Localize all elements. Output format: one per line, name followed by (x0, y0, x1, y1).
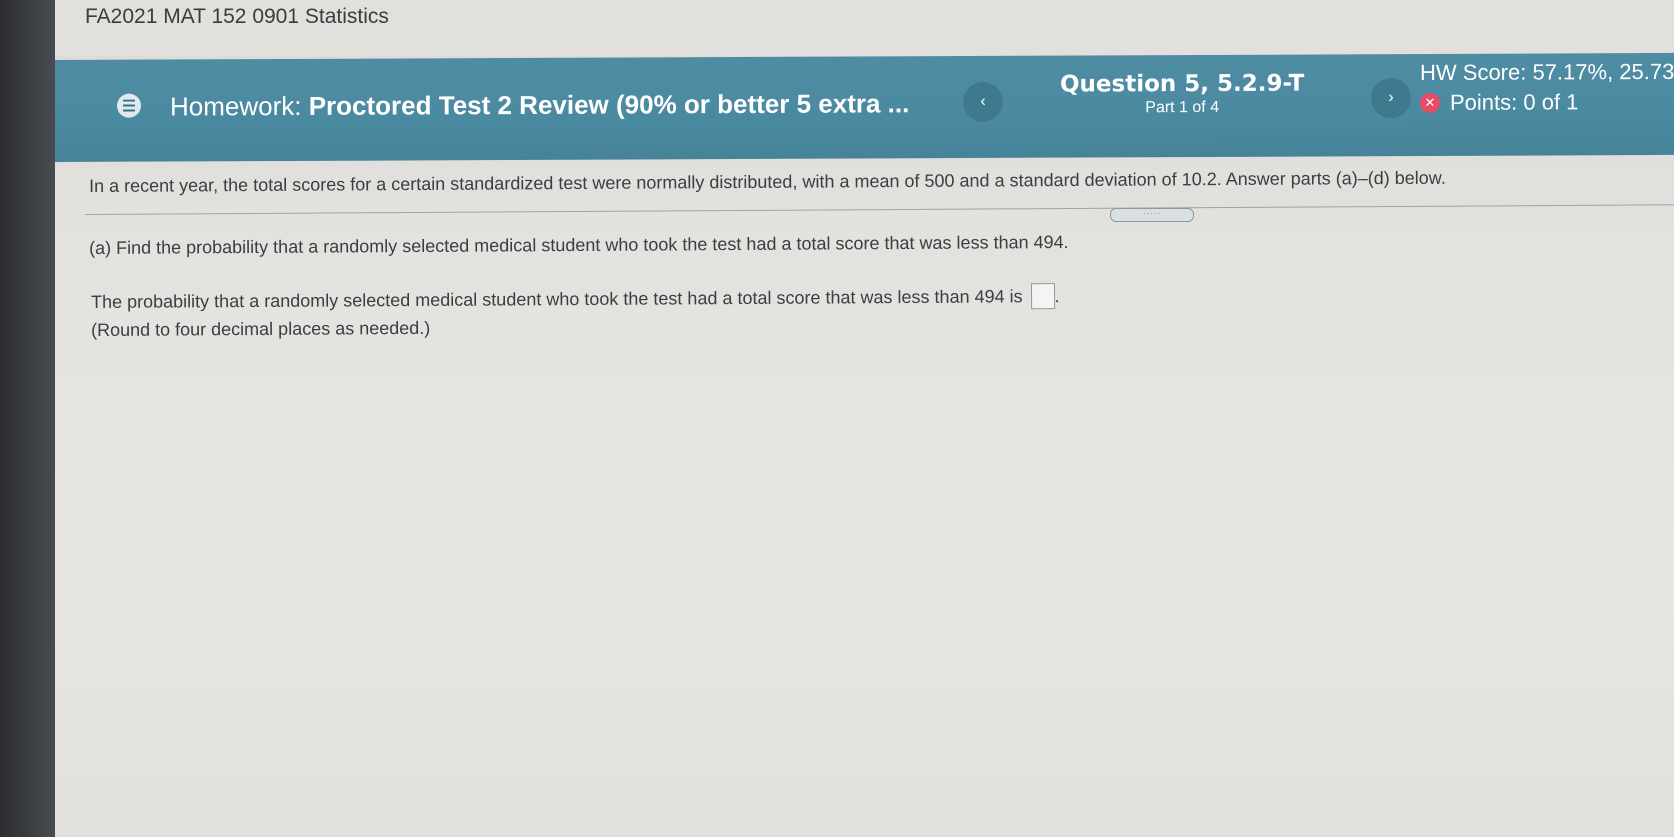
points-row: ✕ Points: 0 of 1 (1420, 89, 1674, 116)
question-indicator: Question 5, 5.2.9-T Part 1 of 4 (1060, 71, 1304, 118)
chevron-right-icon: › (1388, 89, 1394, 107)
homework-header: Homework: Proctored Test 2 Review (90% o… (55, 52, 1674, 163)
course-title: FA2021 MAT 152 0901 Statistics (85, 5, 389, 28)
answer-suffix: . (1054, 285, 1060, 306)
question-title: Question 5, 5.2.9-T (1060, 70, 1305, 98)
part-a-question: (a) Find the probability that a randomly… (89, 232, 1069, 258)
answer-line: The probability that a randomly selected… (91, 283, 1060, 315)
course-bar: FA2021 MAT 152 0901 Statistics (55, 0, 1674, 56)
question-part: Part 1 of 4 (1145, 98, 1220, 117)
section-divider (85, 204, 1674, 215)
rounding-instruction: (Round to four decimal places as needed.… (91, 317, 431, 340)
chevron-left-icon: ‹ (980, 92, 986, 110)
next-question-button[interactable]: › (1371, 78, 1411, 119)
incorrect-x-icon: ✕ (1420, 92, 1440, 114)
homework-title[interactable]: Proctored Test 2 Review (90% or better 5… (309, 88, 910, 121)
homework-label: Homework: Proctored Test 2 Review (90% o… (170, 88, 909, 122)
previous-question-button[interactable]: ‹ (963, 81, 1003, 123)
question-intro: In a recent year, the total scores for a… (89, 167, 1446, 196)
points-value: Points: 0 of 1 (1450, 89, 1579, 115)
hw-score: HW Score: 57.17%, 25.73 (1420, 58, 1674, 86)
divider-resize-handle[interactable]: ····· (1110, 208, 1194, 222)
answer-prompt: The probability that a randomly selected… (91, 285, 1023, 312)
menu-icon (123, 99, 135, 112)
score-summary: HW Score: 57.17%, 25.73 ✕ Points: 0 of 1 (1420, 59, 1674, 116)
homework-prefix: Homework: (170, 90, 302, 122)
browser-viewport: FA2021 MAT 152 0901 Statistics Homework:… (55, 0, 1674, 837)
menu-button[interactable] (117, 93, 141, 118)
answer-input[interactable] (1030, 283, 1055, 310)
